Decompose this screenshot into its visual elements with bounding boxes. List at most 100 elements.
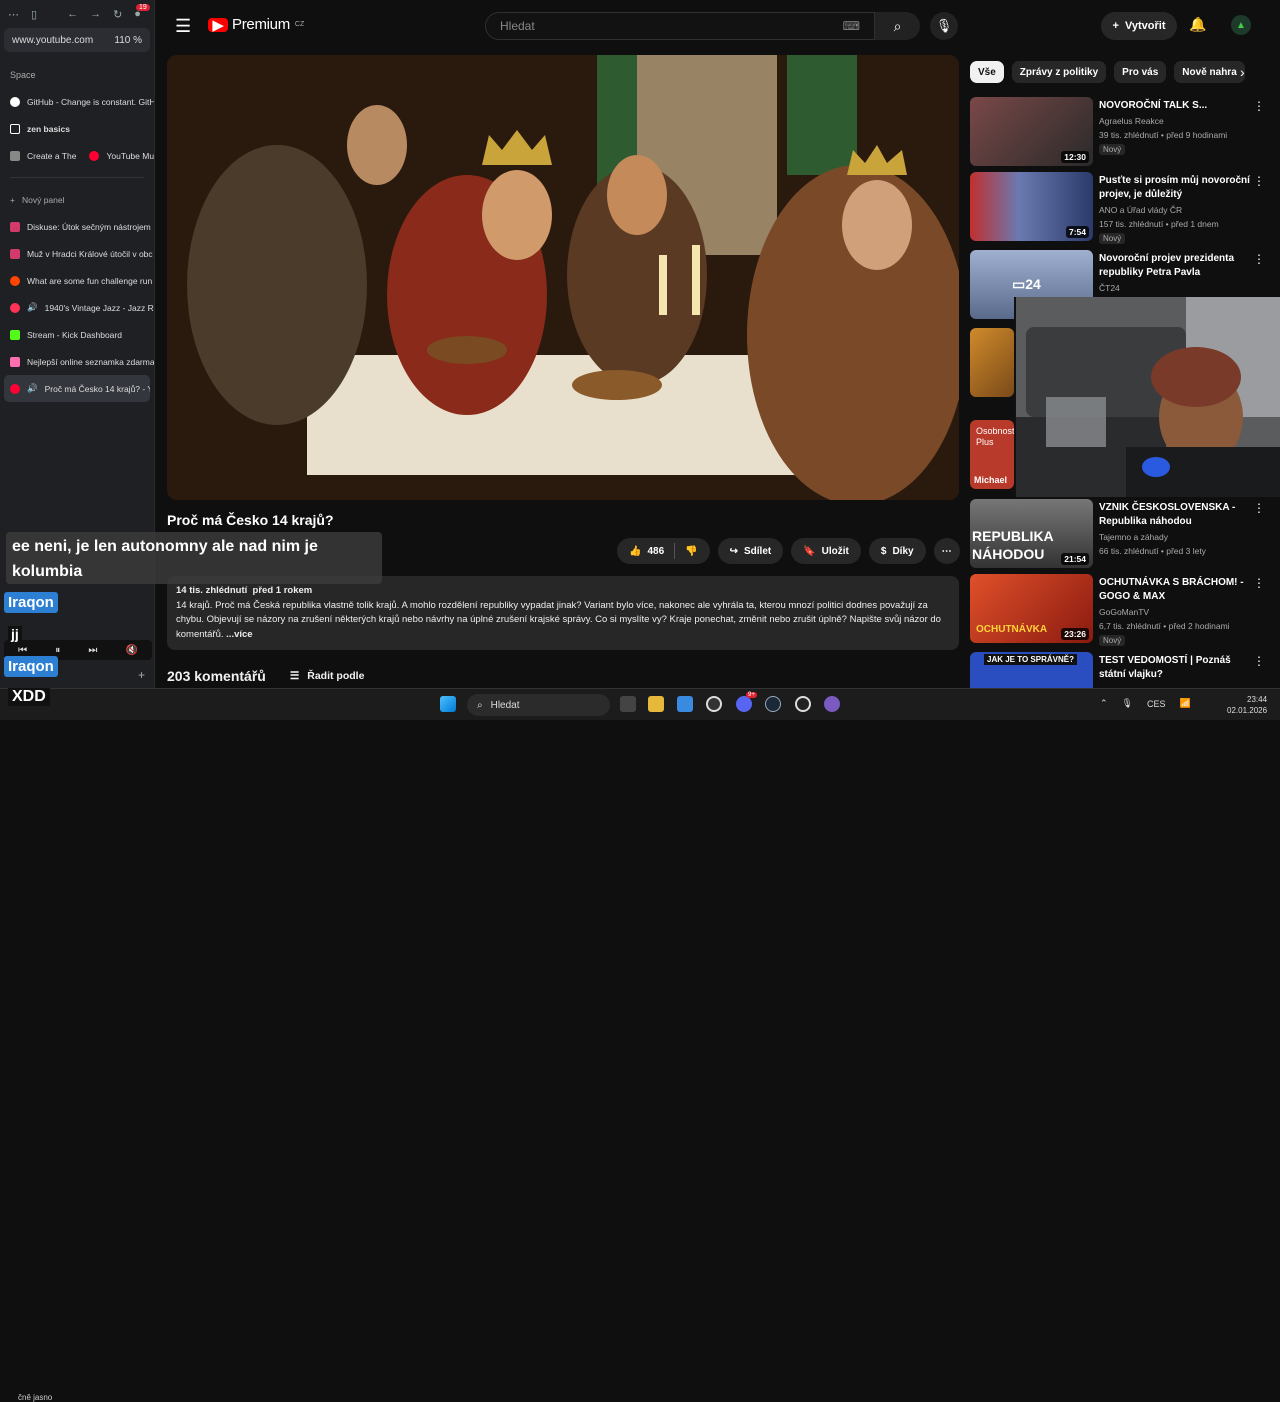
- divider: [674, 543, 676, 559]
- pinned-tab-zen-basics[interactable]: zen basics: [0, 115, 154, 142]
- task-view-icon[interactable]: [620, 696, 636, 712]
- more-vert-icon[interactable]: ⋮: [1253, 174, 1265, 188]
- tab-item[interactable]: Nejlepší online seznamka zdarma: [0, 348, 154, 375]
- next-icon[interactable]: ⏭: [88, 645, 97, 656]
- more-vert-icon[interactable]: ⋮: [1253, 99, 1265, 113]
- search-placeholder: Hledat: [500, 19, 535, 33]
- more-vert-icon[interactable]: ⋮: [1253, 654, 1265, 668]
- pause-icon[interactable]: ⏸: [55, 645, 60, 656]
- youtube-logo[interactable]: ▶ Premium CZ: [208, 16, 304, 34]
- menu-icon[interactable]: ⋯: [8, 8, 19, 21]
- youtube-music-icon: [10, 302, 20, 313]
- discord-icon[interactable]: [736, 696, 752, 712]
- chevron-right-icon[interactable]: ›: [1240, 64, 1245, 80]
- recommendation-item[interactable]: OCHUTNÁVKA 23:26 OCHUTNÁVKA S BRÁCHOM! -…: [970, 574, 1270, 646]
- tab-item[interactable]: Muž v Hradci Králové útočil v obc: [0, 240, 154, 267]
- rec-title: OCHUTNÁVKA S BRÁCHOM! - GOGO & MAX: [1099, 577, 1244, 602]
- tab-item[interactable]: 🔊 1940's Vintage Jazz - Jazz Ret: [0, 294, 154, 321]
- previous-icon[interactable]: ⏮: [18, 645, 27, 656]
- chip-politics[interactable]: Zprávy z politiky: [1011, 61, 1107, 83]
- system-tray: ⌃ 🎙 CES 📶: [1100, 698, 1191, 709]
- rec-meta: 157 tis. zhlédnutí • před 1 dnem: [1099, 219, 1219, 229]
- tab-label: zen basics: [27, 123, 70, 134]
- share-button[interactable]: ↪ Sdílet: [717, 538, 784, 564]
- video-thumbnail: JAK JE TO SPRÁVNĚ?: [970, 652, 1093, 688]
- mute-icon[interactable]: 🔇: [125, 645, 137, 656]
- thumbs-down-icon[interactable]: 👎: [685, 546, 697, 557]
- youtube-music-icon: [89, 150, 100, 161]
- tab-item-active[interactable]: 🔊 Proč má Česko 14 krajů? - Yo: [4, 375, 150, 402]
- avatar[interactable]: ▲: [1231, 15, 1251, 35]
- voice-search-button[interactable]: 🎙: [930, 12, 958, 40]
- tab-item[interactable]: Diskuse: Útok sečným nástrojem: [0, 213, 154, 240]
- search-button[interactable]: ⌕: [875, 12, 920, 40]
- zoom-level[interactable]: 110 %: [114, 35, 142, 46]
- create-button[interactable]: + Vytvořit: [1101, 12, 1177, 40]
- thumb-name: Michael: [974, 475, 1008, 485]
- new-badge: Nový: [1099, 144, 1126, 155]
- more-link[interactable]: ...více: [226, 629, 252, 640]
- sidebar-toggle-icon[interactable]: ▯: [31, 8, 37, 21]
- save-button[interactable]: 🔖 Uložit: [791, 538, 861, 564]
- keyboard-icon[interactable]: ⌨: [843, 19, 860, 33]
- video-thumbnail: OCHUTNÁVKA 23:26: [970, 574, 1093, 643]
- duration-badge: 7:54: [1065, 226, 1089, 238]
- rec-channel: Tajemno a záhady: [1099, 532, 1168, 542]
- video-thumbnail: 12:30: [970, 97, 1093, 166]
- url-bar[interactable]: www.youtube.com 110 %: [4, 28, 150, 52]
- video-actions: 👍 486 👎 ↪ Sdílet 🔖 Uložit $ Díky ⋯: [617, 538, 960, 564]
- video-player[interactable]: [167, 55, 959, 500]
- chip-recent[interactable]: Nově nahra: [1174, 61, 1245, 83]
- recommendation-item[interactable]: 12:30 NOVOROČNÍ TALK S... Agraelus Reakc…: [970, 97, 1270, 167]
- language-indicator[interactable]: CES: [1147, 699, 1166, 709]
- space-label: Space: [10, 70, 36, 80]
- obs-icon[interactable]: [795, 696, 811, 712]
- thumb-text: OCHUTNÁVKA: [976, 624, 1048, 635]
- hamburger-icon[interactable]: ☰: [175, 16, 191, 37]
- browser-icon[interactable]: [706, 696, 722, 712]
- split-tab[interactable]: Create a The YouTube Mu: [0, 142, 154, 169]
- logo-text: Premium: [232, 16, 290, 33]
- recommendation-item[interactable]: REPUBLIKA NÁHODOU 21:54 VZNIK ČESKOSLOVE…: [970, 499, 1270, 569]
- wifi-icon[interactable]: 📶: [1180, 698, 1191, 709]
- reload-icon[interactable]: ↻: [113, 8, 122, 21]
- github-icon: [10, 96, 20, 107]
- windows-start-icon[interactable]: [440, 696, 456, 712]
- new-panel-button[interactable]: + Nový panel: [0, 186, 154, 213]
- chip-all[interactable]: Vše: [970, 61, 1004, 83]
- more-vert-icon[interactable]: ⋮: [1253, 576, 1265, 590]
- like-button[interactable]: 👍 486 👎: [617, 538, 710, 564]
- more-actions-button[interactable]: ⋯: [933, 538, 960, 564]
- forward-icon[interactable]: →: [90, 8, 101, 20]
- sort-label: Řadit podle: [307, 670, 365, 682]
- taskbar-search[interactable]: ⌕ Hledat: [467, 694, 610, 716]
- rec-title: NOVOROČNÍ TALK S...: [1099, 100, 1208, 111]
- mic-tray-icon[interactable]: 🎙: [1122, 698, 1133, 709]
- tab-label: Nejlepší online seznamka zdarma: [27, 356, 154, 367]
- store-icon[interactable]: [677, 696, 693, 712]
- more-vert-icon[interactable]: ⋮: [1253, 252, 1265, 266]
- more-vert-icon[interactable]: ⋮: [1253, 501, 1265, 515]
- pinned-tab-github[interactable]: GitHub - Change is constant. GitH: [0, 88, 154, 115]
- browser-sidebar: ⋯ ▯ ← → ↻ ● 19 www.youtube.com 110 % Spa…: [0, 0, 155, 688]
- duration-badge: 21:54: [1061, 553, 1089, 565]
- tab-item[interactable]: Stream - Kick Dashboard: [0, 321, 154, 348]
- file-explorer-icon[interactable]: [648, 696, 664, 712]
- sort-button[interactable]: ☰ Řadit podle: [290, 670, 365, 682]
- mic-app-icon[interactable]: [824, 696, 840, 712]
- chevron-up-icon[interactable]: ⌃: [1100, 698, 1108, 709]
- back-icon[interactable]: ←: [67, 8, 78, 20]
- search-input[interactable]: Hledat ⌨: [485, 12, 875, 40]
- speaker-icon[interactable]: 🔊: [27, 302, 38, 313]
- clock[interactable]: 23:44 02.01.2026: [1227, 694, 1267, 716]
- add-space-icon[interactable]: +: [138, 668, 145, 682]
- recommendation-item[interactable]: 7:54 Pusťte si prosím můj novoroční proj…: [970, 172, 1270, 244]
- speaker-icon[interactable]: 🔊: [27, 383, 38, 394]
- recommendation-item[interactable]: JAK JE TO SPRÁVNĚ? TEST VEDOMOSTÍ | Pozn…: [970, 652, 1270, 688]
- chip-for-you[interactable]: Pro vás: [1114, 61, 1167, 83]
- steam-icon[interactable]: [765, 696, 781, 712]
- description-box[interactable]: 14 tis. zhlédnutí před 1 rokem 14 krajů.…: [167, 576, 959, 650]
- tab-item[interactable]: What are some fun challenge run: [0, 267, 154, 294]
- bell-icon[interactable]: 🔔: [1189, 16, 1206, 33]
- thanks-button[interactable]: $ Díky: [868, 538, 926, 564]
